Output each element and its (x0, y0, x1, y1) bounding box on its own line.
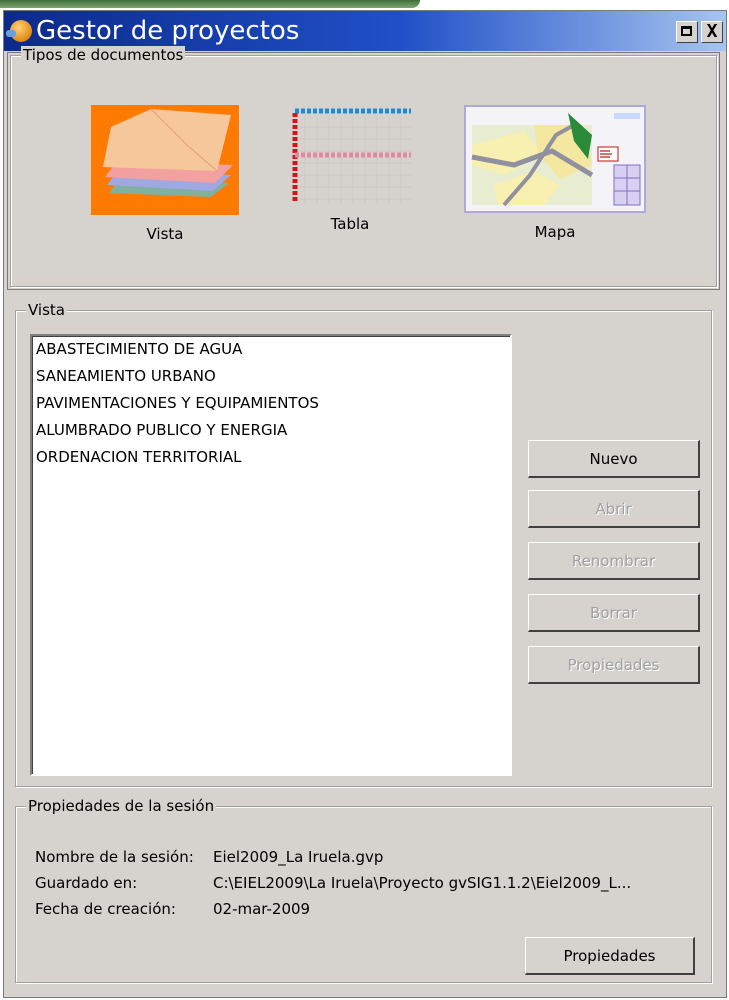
list-item[interactable]: ABASTECIMIENTO DE AGUA (32, 336, 510, 363)
abrir-button[interactable]: Abrir (528, 490, 700, 528)
desktop-top-strip (0, 0, 729, 8)
vista-list[interactable]: ABASTECIMIENTO DE AGUA SANEAMIENTO URBAN… (30, 334, 512, 776)
document-types-legend: Tipos de documentos (21, 46, 186, 64)
borrar-button[interactable]: Borrar (528, 594, 700, 632)
list-item[interactable]: SANEAMIENTO URBANO (32, 363, 510, 390)
doc-type-mapa-label: Mapa (534, 223, 576, 241)
propiedades-vista-button[interactable]: Propiedades (528, 646, 700, 684)
session-name-label: Nombre de la sesión: (35, 848, 194, 866)
map-layout-icon (464, 105, 646, 213)
nuevo-button[interactable]: Nuevo (528, 440, 700, 478)
doc-type-vista-label: Vista (146, 225, 184, 243)
doc-type-tabla-label: Tabla (330, 215, 370, 233)
doc-type-tabla[interactable]: Tabla (270, 105, 430, 233)
vista-group-legend: Vista (26, 301, 67, 319)
doc-type-vista[interactable]: Vista (75, 105, 255, 243)
gvsig-app-icon (6, 20, 32, 42)
session-properties-legend: Propiedades de la sesión (26, 797, 217, 815)
list-item[interactable]: PAVIMENTACIONES Y EQUIPAMIENTOS (32, 390, 510, 417)
list-item[interactable]: ORDENACION TERRITORIAL (32, 444, 510, 471)
table-grid-icon (292, 108, 411, 203)
session-created-value: 02-mar-2009 (213, 900, 311, 918)
session-name-value: Eiel2009_La Iruela.gvp (213, 848, 384, 866)
session-created-label: Fecha de creación: (35, 900, 176, 918)
desktop-decoration (0, 0, 420, 8)
session-properties-button[interactable]: Propiedades (525, 937, 695, 975)
session-saved-label: Guardado en: (35, 874, 138, 892)
close-button[interactable]: X (701, 21, 723, 43)
session-saved-value: C:\EIEL2009\La Iruela\Proyecto gvSIG1.1.… (213, 874, 632, 892)
list-item[interactable]: ALUMBRADO PUBLICO Y ENERGIA (32, 417, 510, 444)
doc-type-mapa[interactable]: Mapa (455, 105, 655, 241)
vista-layers-icon (91, 105, 239, 215)
renombrar-button[interactable]: Renombrar (528, 542, 700, 580)
maximize-button[interactable] (676, 21, 698, 43)
window-title: Gestor de proyectos (36, 16, 300, 46)
title-bar[interactable]: Gestor de proyectos X (4, 11, 726, 51)
